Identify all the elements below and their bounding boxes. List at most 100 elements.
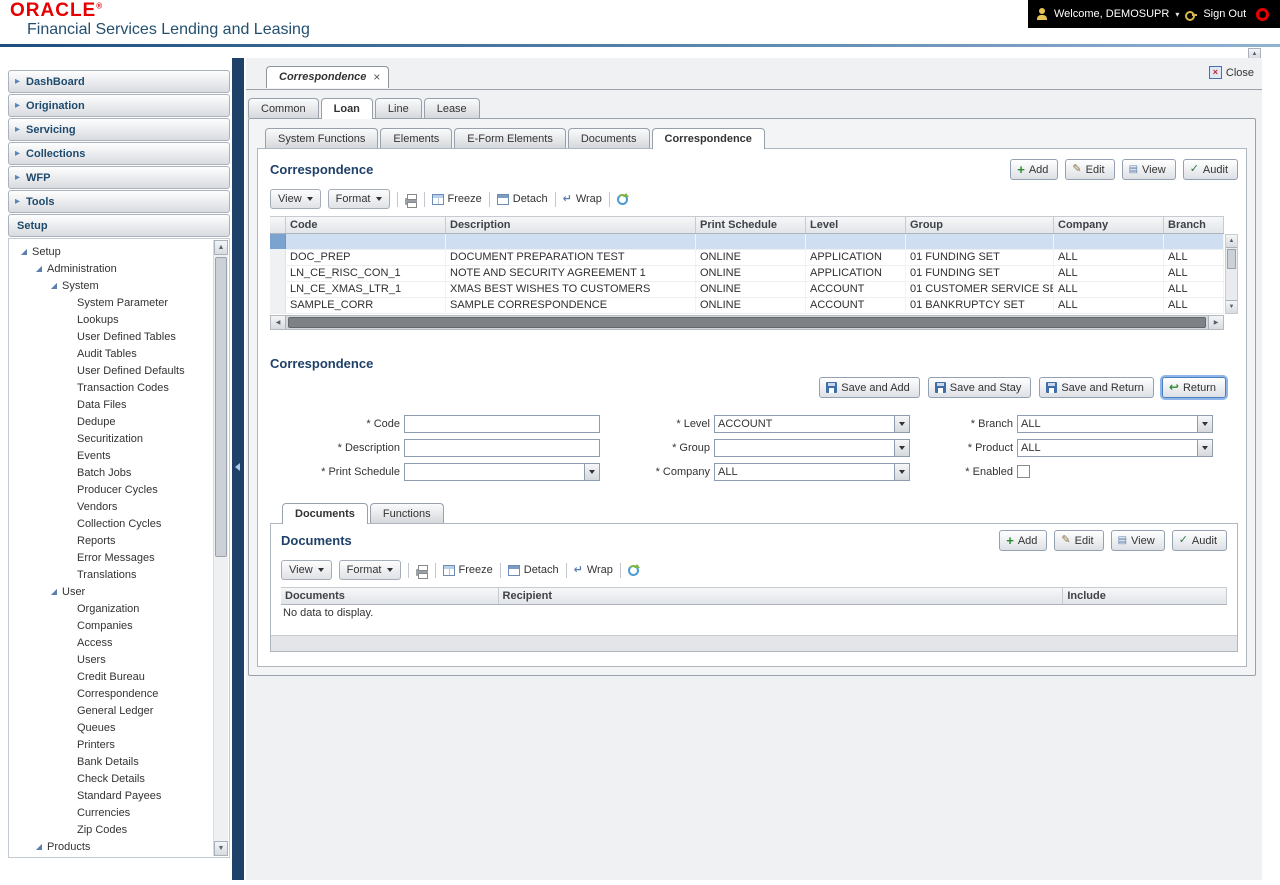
tree-item[interactable]: ◢ User Defined Tables [11, 328, 213, 345]
window-tab-correspondence[interactable]: Correspondence × [266, 66, 390, 88]
scrollbar-thumb[interactable] [1227, 249, 1236, 269]
tree-item[interactable]: ◢ System [11, 277, 213, 294]
tree-expand-icon[interactable]: ◢ [34, 264, 44, 273]
dropdown-button[interactable] [1197, 439, 1212, 456]
tree-item[interactable]: ◢ Organization [11, 600, 213, 617]
tree-expand-icon[interactable]: ◢ [49, 587, 59, 596]
wrap-button[interactable]: ↵ Wrap [563, 193, 602, 205]
tree-item-label[interactable]: Events [77, 450, 111, 462]
tree-item-label[interactable]: Bank Details [77, 756, 139, 768]
tree-item-label[interactable]: Vendors [77, 501, 117, 513]
scroll-up-button[interactable]: ▲ [214, 240, 228, 255]
tree-item[interactable]: ◢ Dedupe [11, 413, 213, 430]
tree-item-label[interactable]: Transaction Codes [77, 382, 169, 394]
tree-item[interactable]: ◢ User [11, 583, 213, 600]
tree-item-label[interactable]: Zip Codes [77, 824, 127, 836]
tree-item[interactable]: ◢ Collection Cycles [11, 515, 213, 532]
sidebar-section-header[interactable]: ▸ Servicing [8, 118, 230, 141]
audit-button[interactable]: ✓ Audit [1182, 159, 1238, 180]
tree-item-label[interactable]: Error Messages [77, 552, 155, 564]
scrollbar-thumb[interactable] [288, 317, 1206, 328]
column-header[interactable]: Branch [1164, 217, 1224, 233]
tree-item[interactable]: ◢ Data Files [11, 396, 213, 413]
view-button[interactable]: ▤ View [1121, 159, 1176, 180]
tree-item[interactable]: ◢ Standard Payees [11, 787, 213, 804]
welcome-menu[interactable]: Welcome, DEMOSUPR [1054, 8, 1169, 20]
view-menu-button[interactable]: View [270, 189, 321, 209]
tree-item-label[interactable]: Access [77, 637, 112, 649]
tree-item[interactable]: ◢ Administration [11, 260, 213, 277]
print-button[interactable] [404, 193, 417, 208]
tree-item-label[interactable]: Audit Tables [77, 348, 137, 360]
tab-close-icon[interactable]: × [373, 71, 380, 83]
tree-item[interactable]: ◢ Bank Details [11, 753, 213, 770]
print-schedule-select[interactable] [404, 462, 600, 481]
tab[interactable]: Documents [282, 503, 368, 524]
add-button[interactable]: + Add [999, 530, 1048, 551]
tree-item[interactable]: ◢ Queues [11, 719, 213, 736]
grid-row[interactable]: LN_CE_XMAS_LTR_1 XMAS BEST WISHES TO CUST… [270, 282, 1224, 298]
view-button[interactable]: ▤ View [1110, 530, 1165, 551]
tree-item-label[interactable]: Organization [77, 603, 139, 615]
tree-item[interactable]: ◢ Error Messages [11, 549, 213, 566]
tree-item[interactable]: ◢ User Defined Defaults [11, 362, 213, 379]
tree-item-label[interactable]: Check Details [77, 773, 145, 785]
detach-button[interactable]: Detach [507, 564, 559, 576]
row-selector[interactable] [270, 298, 286, 313]
tree-item-label[interactable]: User Defined Tables [77, 331, 176, 343]
tree-item-label[interactable]: User Defined Defaults [77, 365, 185, 377]
tab[interactable]: Common [248, 98, 319, 118]
return-button[interactable]: ↩ Return [1161, 377, 1226, 398]
tree-item[interactable]: ◢ Credit Bureau [11, 668, 213, 685]
grid-row[interactable]: LN_CE_RISC_CON_1 NOTE AND SECURITY AGREEM… [270, 266, 1224, 282]
tree-expand-icon[interactable]: ◢ [34, 842, 44, 851]
grid-row[interactable] [270, 234, 1224, 250]
code-input[interactable] [404, 414, 600, 433]
freeze-button[interactable]: Freeze [442, 564, 493, 576]
tree-item-label[interactable]: Reports [77, 535, 116, 547]
tree-item-label[interactable]: Securitization [77, 433, 143, 445]
level-select[interactable]: ACCOUNT [714, 414, 910, 433]
close-button[interactable]: × Close [1208, 66, 1254, 79]
scroll-left-button[interactable]: ◀ [271, 316, 286, 329]
dropdown-button[interactable] [584, 463, 599, 480]
tree-item[interactable]: ◢ Check Details [11, 770, 213, 787]
tree-item[interactable]: ◢ Setup [11, 243, 213, 260]
enabled-checkbox[interactable] [1017, 465, 1030, 478]
tree-item-label[interactable]: Data Files [77, 399, 127, 411]
tree-item[interactable]: ◢ Batch Jobs [11, 464, 213, 481]
edit-button[interactable]: ✎ Edit [1054, 530, 1104, 551]
tree-item-label[interactable]: Printers [77, 739, 115, 751]
audit-button[interactable]: ✓ Audit [1171, 530, 1227, 551]
dropdown-button[interactable] [894, 463, 909, 480]
tree-item[interactable]: ◢ Products [11, 838, 213, 855]
tree-item[interactable]: ◢ Access [11, 634, 213, 651]
branch-select[interactable]: ALL [1017, 414, 1213, 433]
column-header[interactable]: Include [1063, 588, 1227, 604]
column-header[interactable]: Group [906, 217, 1054, 233]
refresh-button[interactable] [627, 563, 640, 576]
tree-item[interactable]: ◢ Companies [11, 617, 213, 634]
tree-item[interactable]: ◢ Printers [11, 736, 213, 753]
tree-item-label[interactable]: Standard Payees [77, 790, 161, 802]
tree-expand-icon[interactable]: ◢ [49, 281, 59, 290]
row-selector[interactable] [270, 250, 286, 265]
tree-item-label[interactable]: Collection Cycles [77, 518, 161, 530]
view-menu-button[interactable]: View [281, 560, 332, 580]
column-header[interactable]: Recipient [499, 588, 1064, 604]
sidebar-splitter[interactable] [232, 58, 244, 880]
row-selector[interactable] [270, 234, 286, 249]
tree-item-label[interactable]: User [62, 586, 85, 598]
tree-item-label[interactable]: General Ledger [77, 705, 153, 717]
scroll-right-button[interactable]: ▶ [1208, 316, 1223, 329]
format-menu-button[interactable]: Format [327, 189, 390, 209]
scrollbar-thumb[interactable] [215, 257, 227, 557]
product-select[interactable]: ALL [1017, 438, 1213, 457]
column-header[interactable]: Print Schedule [696, 217, 806, 233]
save-and-return-button[interactable]: Save and Return [1039, 377, 1154, 398]
freeze-button[interactable]: Freeze [431, 193, 482, 205]
company-select[interactable]: ALL [714, 462, 910, 481]
row-selector[interactable] [270, 282, 286, 297]
wrap-button[interactable]: ↵ Wrap [574, 564, 613, 576]
tree-item[interactable]: ◢ Audit Tables [11, 345, 213, 362]
